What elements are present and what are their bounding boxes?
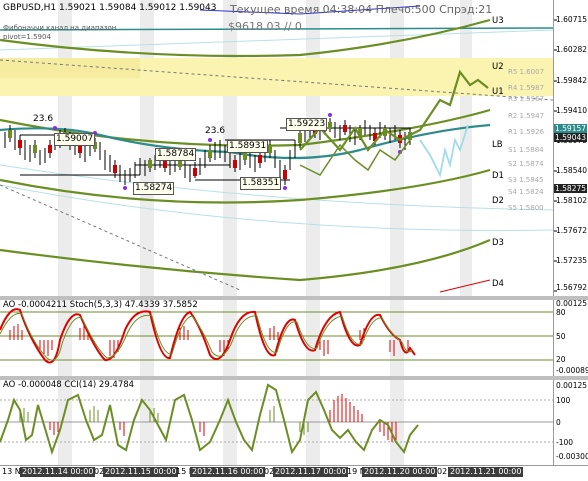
ao-stoch-canvas <box>0 300 553 376</box>
ao-stoch-tick-2: 50 <box>556 332 566 341</box>
price-box-5: 1.58274 <box>133 182 175 195</box>
channel-label-u2: U2 <box>492 62 504 72</box>
pivot-r1: R1 1.5926 <box>508 128 545 136</box>
price-box-6: 1.58351 <box>240 177 282 190</box>
main-chart-panel[interactable]: GBPUSD,H1 1.59021 1.59084 1.59012 1.5904… <box>0 0 553 296</box>
ao-cci-panel[interactable]: AO -0.000048 CCI(14) 29.4784 <box>0 380 553 465</box>
pivot-r3: R3 1.5967 <box>508 95 545 103</box>
pivot-s3: S3 1.5845 <box>508 176 544 184</box>
axis-tick-2: 1.59842 <box>556 76 588 85</box>
pivot-s4: S4 1.5824 <box>508 188 544 196</box>
channel-label-d4: D4 <box>492 279 504 289</box>
time-label-9: 2012.11.20 00:00 <box>362 467 438 477</box>
pivot-r2: R2 1.5947 <box>508 112 545 120</box>
axis-tick-8: 1.57235 <box>556 256 588 265</box>
time-label-3: 2012.11.15 00:00 <box>103 467 179 477</box>
account-value-line: $9618.03 // 0 <box>228 20 302 33</box>
symbol-quote-line: GBPUSD,H1 1.59021 1.59084 1.59012 1.5904… <box>3 3 217 13</box>
axis-tick-3: 1.59410 <box>556 106 588 115</box>
ao-stoch-tick-0: 0.00125 <box>556 299 588 308</box>
pivot-s5: S5 1.5800 <box>508 204 544 212</box>
channel-label-lb: LB <box>492 140 503 150</box>
price-chart-canvas <box>0 0 553 296</box>
ao-stoch-title: AO -0.0004211 Stoch(5,3,3) 47.4339 37.58… <box>3 300 198 310</box>
channel-label-u3: U3 <box>492 16 504 26</box>
price-box-1: 1.59007 <box>54 133 96 146</box>
fib-label-left: 23.6 <box>33 114 54 124</box>
terminal-status-line: Текущее время 04:38:04 Плечо:500 Спрэд:2… <box>230 3 493 16</box>
price-box-2: 1.58784 <box>155 148 197 161</box>
fib-label-mid: 23.6 <box>205 126 226 136</box>
time-label-5: 2012.11.16 00:00 <box>190 467 266 477</box>
time-label-11: 2012.11.21 00:00 <box>448 467 524 477</box>
axis-tick-9: 1.56792 <box>556 283 588 292</box>
channel-label-d1: D1 <box>492 171 504 181</box>
axis-tick-1: 1.60282 <box>556 45 588 54</box>
pivot-s1: S1 1.5884 <box>508 146 544 154</box>
price-tag-last: 1.59043 <box>554 133 588 142</box>
ao-cci-tick-3: -100 <box>556 438 574 447</box>
channel-label-u1: U1 <box>492 87 504 97</box>
indicator-subline: Фибоначчи канал на диапазон <box>3 24 117 32</box>
ao-stoch-tick-4: -0.00089 <box>556 366 588 375</box>
price-box-3: 1.58931 <box>227 140 269 153</box>
ao-cci-tick-1: 100 <box>556 396 571 405</box>
price-box-4: 1.59223 <box>286 118 328 131</box>
ao-cci-title: AO -0.000048 CCI(14) 29.4784 <box>3 380 135 390</box>
axis-tick-0: 1.60715 <box>556 15 588 24</box>
axis-tick-7: 1.57672 <box>556 226 588 235</box>
ao-stoch-tick-3: 20 <box>556 355 566 364</box>
price-tag-bottom: 1.58275 <box>554 184 588 193</box>
ao-stoch-tick-1: 80 <box>556 308 566 317</box>
pivot-r4: R4 1.5987 <box>508 84 545 92</box>
axis-tick-5: 1.58540 <box>556 166 588 175</box>
ao-cci-canvas <box>0 380 553 465</box>
pivot-r5: R5 1.6007 <box>508 68 545 76</box>
pivot-s2: S2 1.5874 <box>508 160 544 168</box>
pivot-value-line: pivot=1.5904 <box>3 33 51 41</box>
time-label-7: 2012.11.17 00:00 <box>273 467 349 477</box>
channel-label-d3: D3 <box>492 238 504 248</box>
ao-cci-tick-4: -0.00300 <box>556 452 588 461</box>
ao-stoch-panel[interactable]: AO -0.0004211 Stoch(5,3,3) 47.4339 37.58… <box>0 300 553 376</box>
axis-tick-6: 1.58102 <box>556 196 588 205</box>
ao-cci-tick-0: 0.00125 <box>556 381 588 390</box>
ao-cci-tick-2: 0 <box>556 418 561 427</box>
price-tag-ask: 1.59157 <box>554 124 588 133</box>
channel-label-d2: D2 <box>492 196 504 206</box>
time-label-1: 2012.11.14 00:00 <box>20 467 96 477</box>
